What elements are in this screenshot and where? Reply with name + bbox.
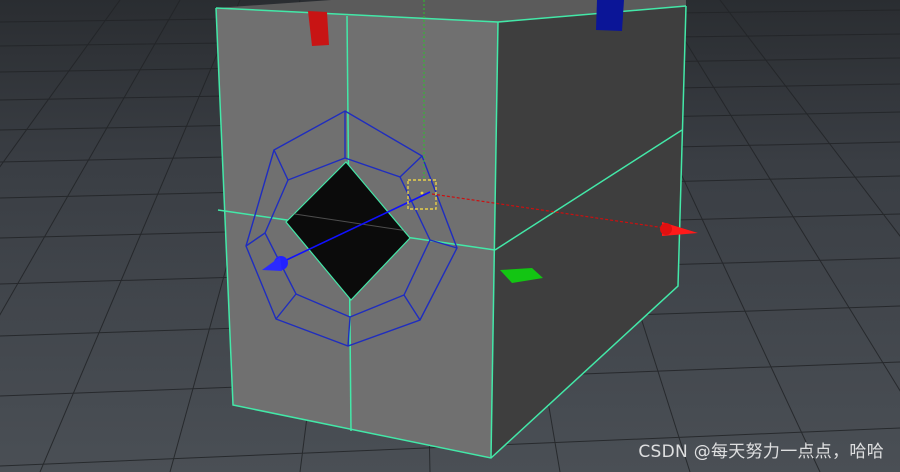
viewport-scene[interactable] [0,0,900,472]
pivot-center-icon [420,191,424,195]
mesh-side-face[interactable] [491,6,686,458]
blue-scale-handle-icon[interactable] [596,0,624,31]
mesh-object[interactable] [215,0,687,459]
csdn-watermark: CSDN @每天努力一点点，哈哈 [638,442,884,462]
3d-viewport[interactable]: CSDN @每天努力一点点，哈哈 [0,0,900,472]
